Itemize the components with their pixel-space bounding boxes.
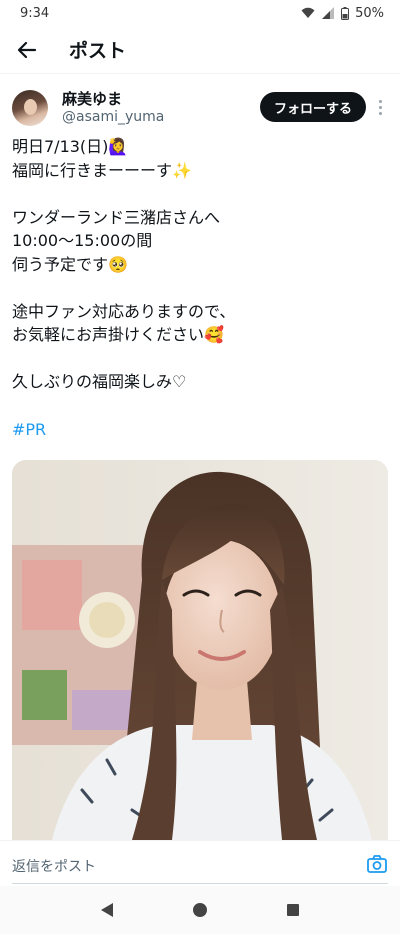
more-options-icon[interactable] — [374, 95, 386, 119]
tweet-text: 明日7/13(日)🙋‍♀️ 福岡に行きまーーーす✨ ワンダーランド三潴店さんへ … — [12, 135, 388, 394]
tweet-line: お気軽にお声掛けください🥰 — [12, 325, 224, 344]
author-row: 麻美ゆま @asami_yuma フォローする — [12, 87, 388, 129]
tweet-line: 明日7/13(日)🙋‍♀️ — [12, 137, 129, 156]
tweet-line: 途中ファン対応ありますので、 — [12, 301, 236, 321]
tweet-line: 10:00〜15:00の間 — [12, 231, 153, 250]
wifi-icon — [301, 7, 315, 18]
tweet-line: 福岡に行きまーーーす✨ — [12, 160, 192, 180]
nav-recents-button[interactable] — [273, 890, 313, 930]
system-nav-bar — [0, 886, 400, 934]
circle-home-icon — [192, 903, 207, 917]
display-name[interactable]: 麻美ゆま — [62, 90, 164, 108]
signal-icon — [322, 7, 335, 19]
portrait-image — [12, 460, 388, 840]
user-handle[interactable]: @asami_yuma — [62, 108, 164, 126]
app-header: ポスト — [0, 26, 400, 74]
status-time: 9:34 — [20, 5, 50, 21]
reply-divider — [12, 883, 388, 884]
status-bar: 9:34 50% — [0, 0, 400, 26]
tweet-line: 伺う予定です🥺 — [12, 254, 128, 274]
battery-percent: 50% — [355, 5, 384, 21]
page-title: ポスト — [69, 40, 127, 62]
arrow-left-icon — [17, 41, 37, 58]
author-names: 麻美ゆま @asami_yuma — [62, 90, 164, 126]
tweet-photo[interactable] — [12, 460, 388, 840]
tweet-line: 久しぶりの福岡楽しみ♡ — [12, 372, 187, 391]
status-icons: 50% — [301, 6, 384, 21]
avatar[interactable] — [12, 90, 48, 126]
follow-button[interactable]: フォローする — [259, 92, 366, 122]
tweet-line: ワンダーランド三潴店さんへ — [12, 207, 221, 227]
battery-icon — [341, 6, 350, 20]
nav-back-button[interactable] — [87, 890, 127, 930]
square-recents-icon — [287, 904, 300, 916]
camera-icon[interactable] — [366, 853, 388, 875]
back-button[interactable] — [0, 26, 54, 74]
reply-input[interactable]: 返信をポスト — [12, 856, 96, 876]
reply-bar: 返信をポスト — [0, 840, 400, 886]
triangle-back-icon — [100, 903, 113, 917]
nav-home-button[interactable] — [180, 890, 220, 930]
hashtag-link[interactable]: #PR — [12, 420, 46, 439]
